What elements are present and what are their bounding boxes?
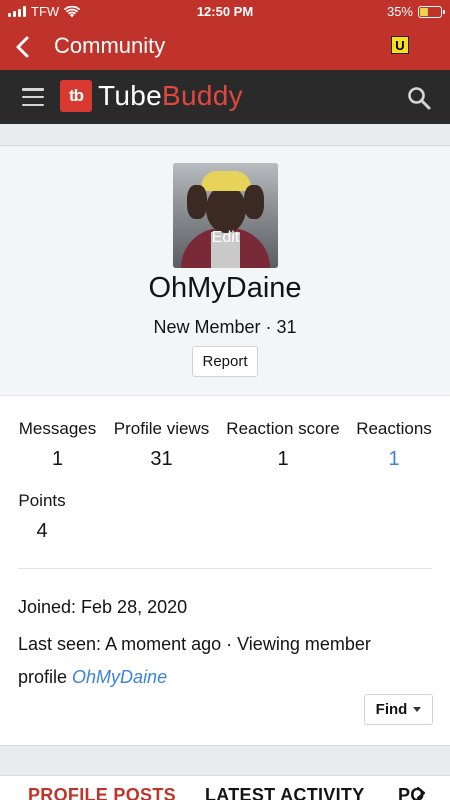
status-bar: TFW 12:50 PM 35% xyxy=(0,0,450,24)
avatar[interactable]: Edit xyxy=(173,163,278,268)
battery-percent: 35% xyxy=(386,4,413,19)
app-title: Community xyxy=(54,33,166,58)
caret-down-icon xyxy=(413,707,422,712)
stat-profile-views: Profile views 31 xyxy=(113,419,210,471)
status-right: 35% xyxy=(386,4,445,19)
report-button[interactable]: Report xyxy=(192,346,258,377)
avatar-edit-label[interactable]: Edit xyxy=(173,229,278,247)
stat-value: 31 xyxy=(150,448,173,470)
profile-stats: Messages 1 Profile views 31 Reaction sco… xyxy=(0,397,450,745)
logo-word-tube: Tube xyxy=(98,80,162,111)
stat-reactions[interactable]: Reactions 1 xyxy=(356,419,432,471)
separator-strip xyxy=(0,124,450,146)
status-time: 12:50 PM xyxy=(196,4,254,19)
top-red-header: TFW 12:50 PM 35% Community U xyxy=(0,0,450,70)
stat-value-link[interactable]: 1 xyxy=(356,448,432,471)
chevron-right-icon[interactable] xyxy=(414,786,428,800)
logo-mark-icon: tb xyxy=(60,80,92,112)
search-icon[interactable] xyxy=(406,85,432,111)
last-seen-text-line2: profile xyxy=(18,667,68,687)
stat-value: 4 xyxy=(36,520,48,542)
find-dropdown-button[interactable]: Find xyxy=(364,694,433,725)
stat-points: Points 4 xyxy=(18,491,66,543)
last-seen-profile-link[interactable]: OhMyDaine xyxy=(72,667,167,687)
stat-label: Messages xyxy=(18,419,97,438)
back-button[interactable] xyxy=(8,32,36,62)
profile-tabs: PROFILE POSTS LATEST ACTIVITY PO xyxy=(0,775,450,800)
site-header: tb Tube Buddy xyxy=(0,70,450,124)
last-seen: Last seen: A moment ago · Viewing member… xyxy=(18,628,371,694)
tab-profile-posts[interactable]: PROFILE POSTS xyxy=(28,785,176,800)
stat-label: Points xyxy=(18,491,66,510)
divider xyxy=(18,568,432,569)
stat-value: 1 xyxy=(277,448,289,470)
app-bar: Community U xyxy=(0,24,450,70)
stat-label: Reactions xyxy=(356,419,432,438)
profile-header: Edit OhMyDaine New Member · 31 Report xyxy=(0,146,450,396)
chevron-left-icon xyxy=(16,36,29,58)
last-seen-text: Last seen: A moment ago · Viewing member xyxy=(18,634,371,654)
stat-label: Profile views xyxy=(113,419,210,438)
menu-icon[interactable] xyxy=(22,88,44,106)
profile-username: OhMyDaine xyxy=(148,272,302,304)
battery-icon xyxy=(418,5,445,18)
stat-label: Reaction score xyxy=(226,419,340,438)
member-status: New Member · 31 xyxy=(153,317,297,337)
find-label: Find xyxy=(375,701,408,718)
stat-reaction-score: Reaction score 1 xyxy=(226,419,340,471)
site-logo[interactable]: tb Tube Buddy xyxy=(60,80,243,112)
stat-messages[interactable]: Messages 1 xyxy=(18,419,97,471)
joined-date: Joined: Feb 28, 2020 xyxy=(18,597,188,617)
tab-latest-activity[interactable]: LATEST ACTIVITY xyxy=(205,785,365,800)
logo-word-buddy: Buddy xyxy=(161,80,243,111)
stat-value: 1 xyxy=(51,448,64,470)
extension-badge-icon[interactable]: U xyxy=(391,36,409,54)
